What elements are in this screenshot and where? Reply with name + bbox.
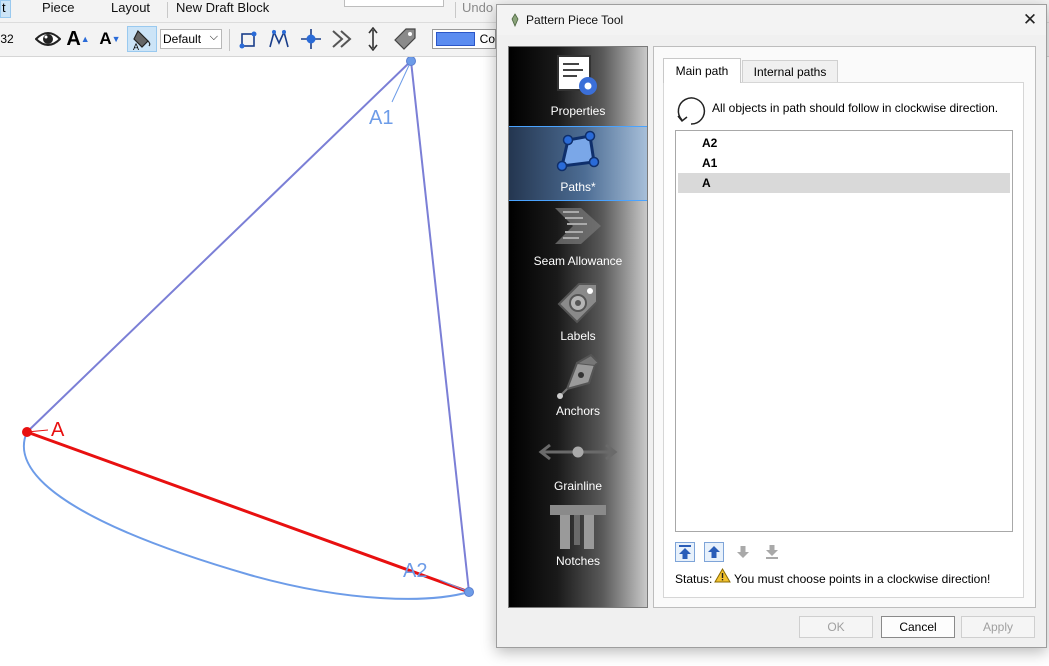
direction-hint: All objects in path should follow in clo… — [712, 101, 999, 115]
toolbar-separator — [229, 29, 230, 51]
move-up-button[interactable] — [704, 542, 724, 562]
sidebar: Properties Paths* Seam Allowance Labels … — [508, 46, 648, 608]
sidebar-item-labels[interactable]: Labels — [509, 276, 647, 351]
menu-item-piece[interactable]: Piece — [42, 0, 75, 16]
clockwise-icon — [677, 97, 706, 125]
menu-separator — [455, 2, 456, 18]
arrow-up-icon — [708, 546, 720, 558]
eye-icon — [35, 32, 61, 46]
point-label-a: A — [51, 419, 65, 441]
path-points-list[interactable]: A2 A1 A — [675, 130, 1013, 532]
crosshair-icon — [301, 29, 321, 49]
seam-allowance-icon — [555, 208, 601, 244]
cancel-button[interactable]: Cancel — [881, 616, 955, 638]
undo-button[interactable]: Undo — [462, 0, 493, 16]
point-size-field[interactable]: 32 — [0, 26, 14, 52]
list-item-selected[interactable]: A — [678, 173, 1010, 193]
pattern-piece-tool-dialog: Pattern Piece Tool ✕ Properties Paths* S… — [496, 4, 1047, 648]
line-a-a1[interactable] — [26, 60, 412, 433]
double-chevron-icon — [332, 30, 352, 48]
labels-icon — [557, 283, 598, 324]
sidebar-item-anchors[interactable]: Anchors — [509, 351, 647, 426]
notches-icon — [550, 505, 606, 549]
status-label: Status: — [675, 572, 713, 586]
list-item[interactable]: A1 — [678, 153, 1010, 173]
tab-main-path[interactable]: Main path — [663, 58, 741, 83]
point-tool-button[interactable] — [237, 26, 261, 52]
sidebar-item-notches[interactable]: Notches — [509, 501, 647, 576]
font-increase-icon: A — [66, 27, 81, 50]
point-a2-marker[interactable] — [464, 587, 474, 597]
paths-icon — [556, 130, 600, 172]
tab-internal-paths[interactable]: Internal paths — [742, 60, 838, 82]
line-type-select[interactable]: Default ⌵ — [160, 29, 222, 49]
font-decrease-icon: A — [99, 29, 112, 48]
grainline-icon — [538, 443, 618, 461]
point-label-a2: A2 — [403, 560, 428, 582]
svg-text:A: A — [133, 42, 139, 51]
move-top-button[interactable] — [675, 542, 695, 562]
status-message: You must choose points in a clockwise di… — [734, 572, 991, 586]
move-bottom-icon — [766, 545, 778, 559]
vertical-arrow-icon — [368, 27, 378, 51]
line-color-select[interactable]: Co — [432, 29, 496, 49]
sidebar-item-properties[interactable]: Properties — [509, 51, 647, 126]
move-bottom-button[interactable] — [762, 542, 782, 562]
warning-icon — [714, 568, 731, 583]
app-icon — [511, 13, 519, 27]
dialog-title: Pattern Piece Tool — [526, 13, 624, 27]
label-tool-button[interactable] — [392, 26, 418, 52]
move-top-icon — [679, 545, 691, 559]
chevron-down-icon: ⌵ — [209, 31, 218, 43]
menu-item-edit[interactable]: t — [0, 0, 11, 18]
intersect-tool-button[interactable] — [299, 26, 323, 52]
curve-tool-button[interactable] — [267, 26, 291, 52]
arrow-down-icon — [737, 546, 749, 558]
curve-icon — [269, 29, 289, 48]
content-panel: Main path Internal paths All objects in … — [653, 46, 1036, 608]
dialog-titlebar[interactable]: Pattern Piece Tool ✕ — [497, 5, 1046, 35]
properties-icon — [557, 55, 597, 95]
ok-button[interactable]: OK — [799, 616, 873, 638]
point-a-marker[interactable] — [22, 427, 32, 437]
seam-allowance-tool-button[interactable] — [330, 26, 356, 52]
list-item[interactable]: A2 — [678, 133, 1010, 153]
sidebar-item-paths[interactable]: Paths* — [509, 126, 647, 201]
sidebar-item-grainline[interactable]: Grainline — [509, 426, 647, 501]
close-icon: ✕ — [1022, 10, 1038, 29]
menu-separator — [167, 2, 168, 18]
close-button[interactable]: ✕ — [1018, 10, 1042, 30]
point-label-a1: A1 — [369, 107, 394, 129]
increase-label-font-button[interactable]: A ▲ — [66, 26, 90, 52]
grainline-tool-button[interactable] — [363, 26, 383, 52]
decrease-label-font-button[interactable]: A ▼ — [99, 26, 121, 52]
label-color-button[interactable]: A — [127, 26, 157, 52]
square-point-icon — [239, 31, 257, 49]
menu-item-layout[interactable]: Layout — [111, 0, 150, 16]
new-draft-block-button[interactable]: New Draft Block — [176, 0, 269, 16]
line-a1-a2[interactable] — [410, 60, 470, 593]
visibility-toggle[interactable] — [34, 26, 62, 52]
color-swatch — [436, 32, 475, 46]
sidebar-item-seam-allowance[interactable]: Seam Allowance — [509, 201, 647, 276]
anchors-icon — [557, 353, 601, 399]
point-a1-marker[interactable] — [406, 57, 416, 66]
main-path-tab-body: All objects in path should follow in clo… — [663, 82, 1024, 598]
move-down-button[interactable] — [733, 542, 753, 562]
draft-block-combobox[interactable] — [344, 0, 444, 7]
tag-icon — [394, 28, 416, 50]
apply-button[interactable]: Apply — [961, 616, 1035, 638]
paint-bucket-icon: A — [133, 29, 151, 51]
